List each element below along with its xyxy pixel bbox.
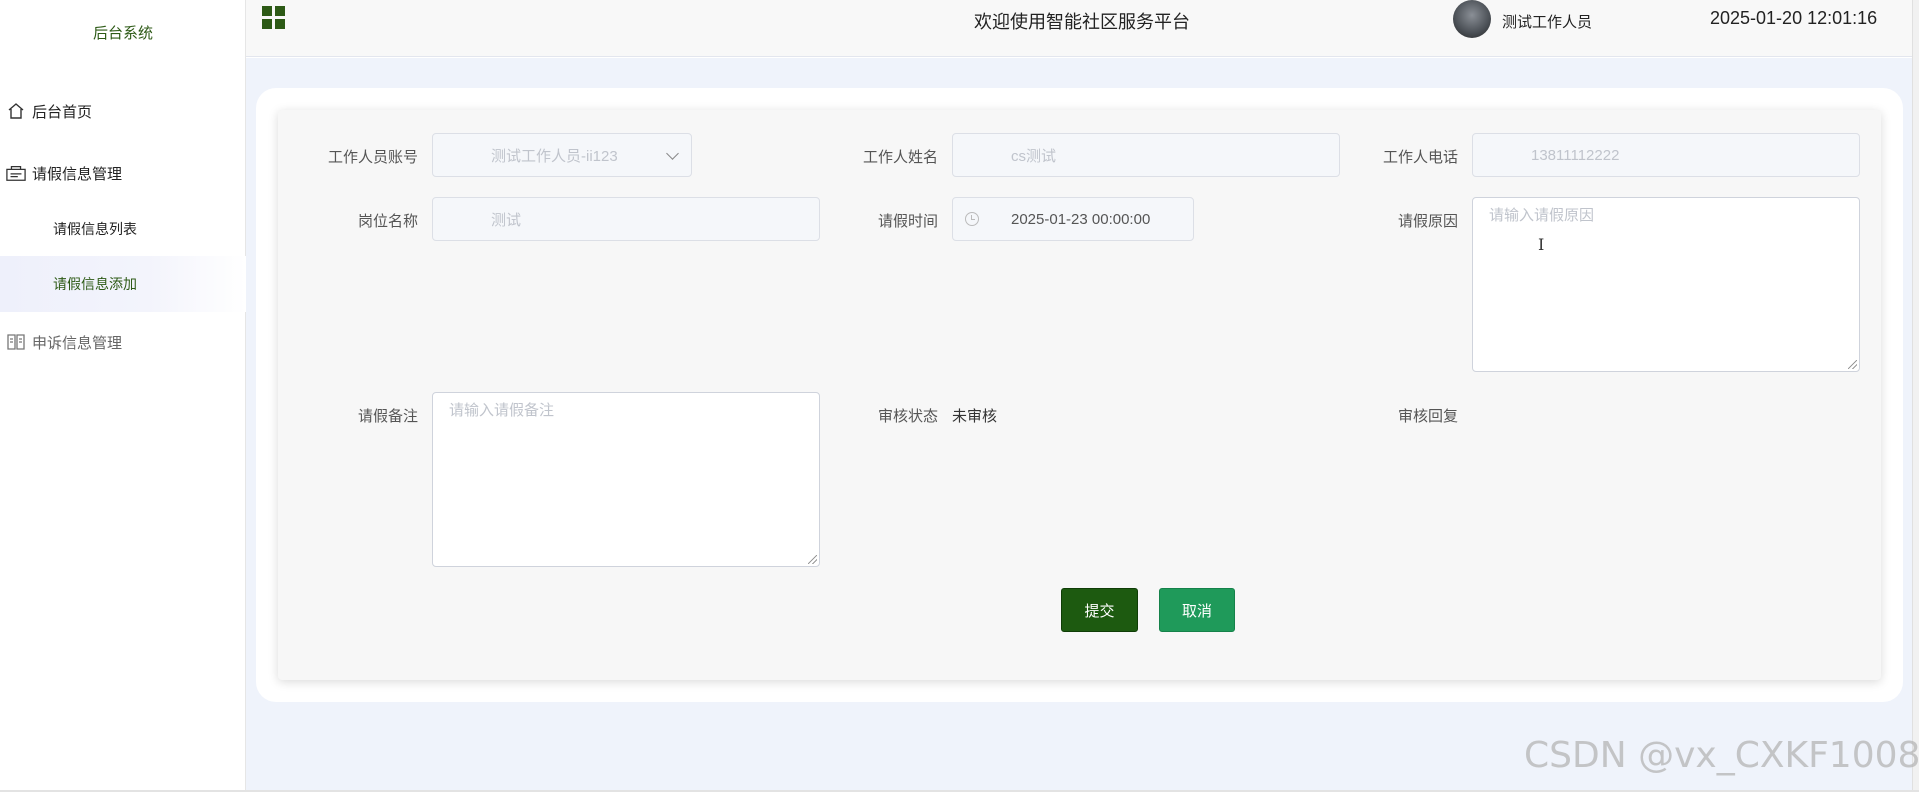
position-value: 测试 xyxy=(491,211,522,229)
resize-grip-icon[interactable] xyxy=(808,555,817,564)
home-icon xyxy=(6,101,26,121)
leave-folder-icon xyxy=(6,163,26,183)
audit-status-value: 未审核 xyxy=(952,408,998,425)
sidebar-item-leave-list[interactable]: 请假信息列表 xyxy=(0,214,246,244)
sidebar-item-label: 请假信息添加 xyxy=(53,276,137,292)
menu-grid-icon[interactable] xyxy=(262,6,285,29)
account-select[interactable]: 测试工作人员-ii123 xyxy=(432,133,692,177)
account-value: 测试工作人员-ii123 xyxy=(491,147,618,165)
position-label: 岗位名称 xyxy=(357,213,418,230)
sidebar-item-leave-add[interactable]: 请假信息添加 xyxy=(0,256,246,312)
chevron-down-icon xyxy=(666,147,679,160)
sidebar-item-label: 后台首页 xyxy=(32,103,93,121)
sidebar-item-label: 申诉信息管理 xyxy=(32,334,123,352)
reason-textarea[interactable]: 请输入请假原因 xyxy=(1472,197,1860,372)
page-title: 欢迎使用智能社区服务平台 xyxy=(974,12,1190,32)
account-label: 工作人员账号 xyxy=(327,149,418,166)
brand-title: 后台系统 xyxy=(92,25,153,42)
sidebar: 后台系统 后台首页 请假信息管理 请假信息列表 请假信息添加 申诉信息管理 xyxy=(0,0,246,792)
remark-textarea[interactable]: 请输入请假备注 xyxy=(432,392,820,567)
name-value: cs测试 xyxy=(1011,147,1057,165)
text-cursor-icon: I xyxy=(1538,235,1545,254)
name-field[interactable]: cs测试 xyxy=(952,133,1340,177)
sidebar-item-label: 请假信息管理 xyxy=(32,165,123,183)
remark-placeholder: 请输入请假备注 xyxy=(449,402,555,419)
watermark: CSDN @vx_CXKF10088 xyxy=(1524,735,1919,776)
leave-time-value: 2025-01-23 00:00:00 xyxy=(1011,210,1151,228)
sidebar-item-label: 请假信息列表 xyxy=(53,221,137,237)
sidebar-item-home[interactable]: 后台首页 xyxy=(0,96,246,126)
audit-reply-label: 审核回复 xyxy=(1397,408,1458,425)
leave-time-picker[interactable]: 2025-01-23 00:00:00 xyxy=(952,197,1194,241)
user-name[interactable]: 测试工作人员 xyxy=(1502,11,1592,32)
resize-grip-icon[interactable] xyxy=(1848,360,1857,369)
clock-icon xyxy=(965,212,979,226)
sidebar-item-appeal-management[interactable]: 申诉信息管理 xyxy=(0,327,246,357)
position-field[interactable]: 测试 xyxy=(432,197,820,241)
leave-time-label: 请假时间 xyxy=(877,213,938,230)
name-label: 工作人姓名 xyxy=(862,149,938,166)
reason-placeholder: 请输入请假原因 xyxy=(1489,207,1595,224)
phone-label: 工作人电话 xyxy=(1382,149,1458,166)
book-icon xyxy=(6,332,26,352)
cancel-button[interactable]: 取消 xyxy=(1159,588,1235,632)
phone-field[interactable]: 13811112222 xyxy=(1472,133,1860,177)
reason-label: 请假原因 xyxy=(1397,213,1458,230)
current-datetime: 2025-01-20 12:01:16 xyxy=(1710,8,1878,28)
avatar[interactable] xyxy=(1453,0,1491,38)
remark-label: 请假备注 xyxy=(357,408,418,425)
top-header: 欢迎使用智能社区服务平台 测试工作人员 2025-01-20 12:01:16 xyxy=(246,0,1919,57)
sidebar-item-leave-management[interactable]: 请假信息管理 xyxy=(0,158,246,188)
vertical-scrollbar[interactable] xyxy=(1912,0,1919,792)
audit-status-label: 审核状态 xyxy=(877,408,938,425)
phone-value: 13811112222 xyxy=(1531,146,1620,164)
submit-button[interactable]: 提交 xyxy=(1061,588,1138,632)
